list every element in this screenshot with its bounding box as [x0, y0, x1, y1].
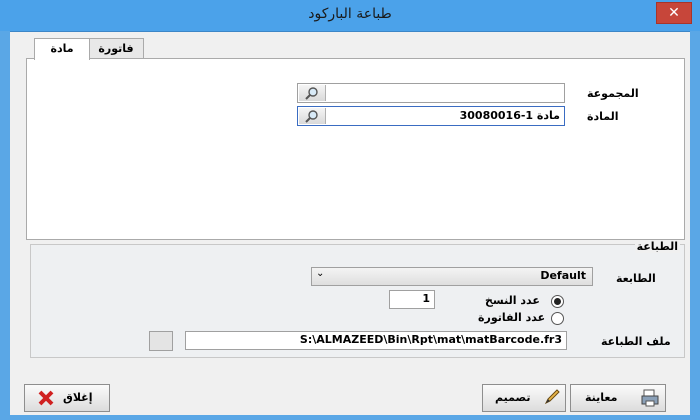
- printer-value: Default: [540, 269, 586, 282]
- dialog-body: مادة فاتورة المجموعة المادة 30080016-ماد…: [10, 31, 690, 415]
- design-button[interactable]: تصميم: [482, 384, 566, 412]
- printer-label: الطابعة: [616, 272, 656, 285]
- printing-group: الطباعة الطابعة ⌄ Default عدد النسخ 1 عد…: [30, 240, 685, 358]
- close-button[interactable]: إغلاق: [24, 384, 110, 412]
- item-lookup[interactable]: 30080016-مادة 1: [297, 106, 565, 126]
- printer-preview-icon: [641, 389, 659, 407]
- close-button-label: إغلاق: [63, 391, 93, 404]
- dialog-window: طباعة الباركود ✕ مادة فاتورة المجموعة ال…: [0, 0, 700, 420]
- tab-panel-item: المجموعة المادة 30080016-مادة 1: [26, 58, 685, 240]
- printer-select[interactable]: ⌄ Default: [311, 267, 593, 286]
- print-file-label: ملف الطباعة: [601, 335, 671, 348]
- item-search-button[interactable]: [299, 108, 326, 124]
- pencil-icon: [544, 389, 560, 405]
- group-lookup[interactable]: [297, 83, 565, 103]
- copies-label: عدد النسخ: [485, 294, 540, 307]
- group-label: المجموعة: [587, 87, 639, 100]
- copies-input[interactable]: 1: [389, 290, 435, 309]
- search-icon: [305, 87, 318, 100]
- window-title: طباعة الباركود: [308, 6, 392, 22]
- item-label: المادة: [587, 110, 619, 123]
- red-x-icon: [38, 390, 54, 406]
- print-file-value: S:\ALMAZEED\Bin\Rpt\mat\matBarcode.fr3: [299, 333, 562, 346]
- chevron-down-icon: ⌄: [316, 268, 325, 279]
- copies-value: 1: [422, 292, 430, 305]
- item-value: 30080016-مادة 1: [459, 109, 560, 122]
- window-close-button[interactable]: ✕: [656, 2, 692, 24]
- preview-button[interactable]: معاينة: [570, 384, 666, 412]
- tab-control: مادة فاتورة المجموعة المادة 30080016-ماد…: [26, 38, 685, 240]
- preview-button-label: معاينة: [585, 391, 618, 404]
- invoice-count-radio[interactable]: [551, 312, 564, 325]
- group-search-button[interactable]: [299, 85, 326, 101]
- title-bar[interactable]: طباعة الباركود ✕: [0, 0, 700, 31]
- tab-invoice[interactable]: فاتورة: [88, 38, 144, 58]
- design-button-label: تصميم: [495, 391, 531, 404]
- tab-item[interactable]: مادة: [34, 38, 90, 60]
- copies-radio[interactable]: [551, 295, 564, 308]
- browse-file-button[interactable]: [149, 331, 173, 351]
- printing-section-title: الطباعة: [634, 240, 680, 253]
- invoice-count-label: عدد الفاتورة: [478, 311, 546, 324]
- print-file-input[interactable]: S:\ALMAZEED\Bin\Rpt\mat\matBarcode.fr3: [185, 331, 567, 350]
- search-icon: [305, 110, 318, 123]
